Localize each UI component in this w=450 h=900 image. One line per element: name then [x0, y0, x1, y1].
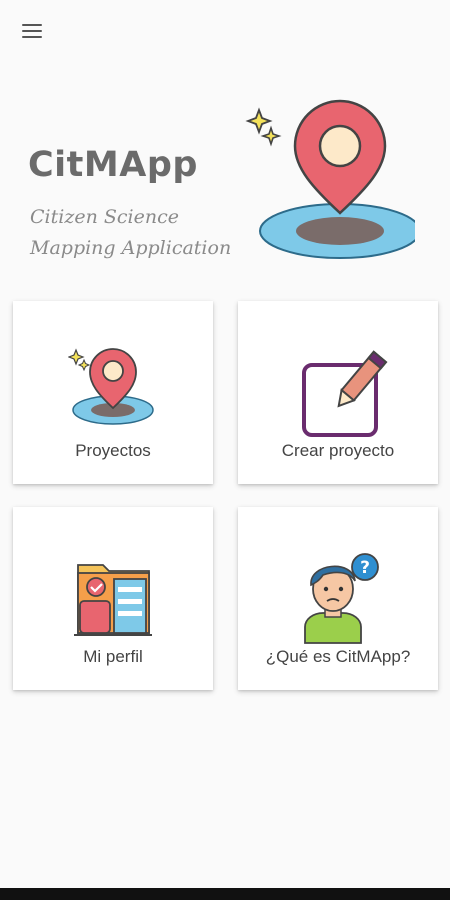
- about-card[interactable]: ? ¿Qué es CitMApp?: [238, 507, 438, 690]
- projects-card[interactable]: Proyectos: [13, 301, 213, 484]
- profile-folder-icon: [74, 564, 152, 636]
- app-subtitle: Citizen Science Mapping Application: [30, 202, 231, 264]
- edit-note-icon: [302, 350, 388, 437]
- profile-card[interactable]: Mi perfil: [13, 507, 213, 690]
- hero-section: CitMApp Citizen Science Mapping Applicat…: [0, 80, 450, 280]
- subtitle-line: Citizen Science: [30, 206, 179, 228]
- map-pin-icon: [68, 348, 154, 425]
- create-project-card[interactable]: Crear proyecto: [238, 301, 438, 484]
- projects-label: Proyectos: [75, 441, 151, 460]
- confused-person-icon: ?: [304, 553, 379, 644]
- create-project-label: Crear proyecto: [281, 441, 395, 460]
- system-nav-bar: [0, 888, 450, 900]
- about-label: ¿Qué es CitMApp?: [265, 647, 411, 666]
- profile-label: Mi perfil: [83, 647, 143, 666]
- menu-icon-bar: [22, 30, 42, 32]
- map-pin-icon: [245, 99, 415, 259]
- subtitle-line: Mapping Application: [30, 237, 232, 259]
- menu-icon-bar: [22, 24, 42, 26]
- menu-button[interactable]: [18, 20, 48, 44]
- svg-text:?: ?: [360, 558, 370, 578]
- app-title: CitMApp: [28, 145, 198, 185]
- menu-icon-bar: [22, 36, 42, 38]
